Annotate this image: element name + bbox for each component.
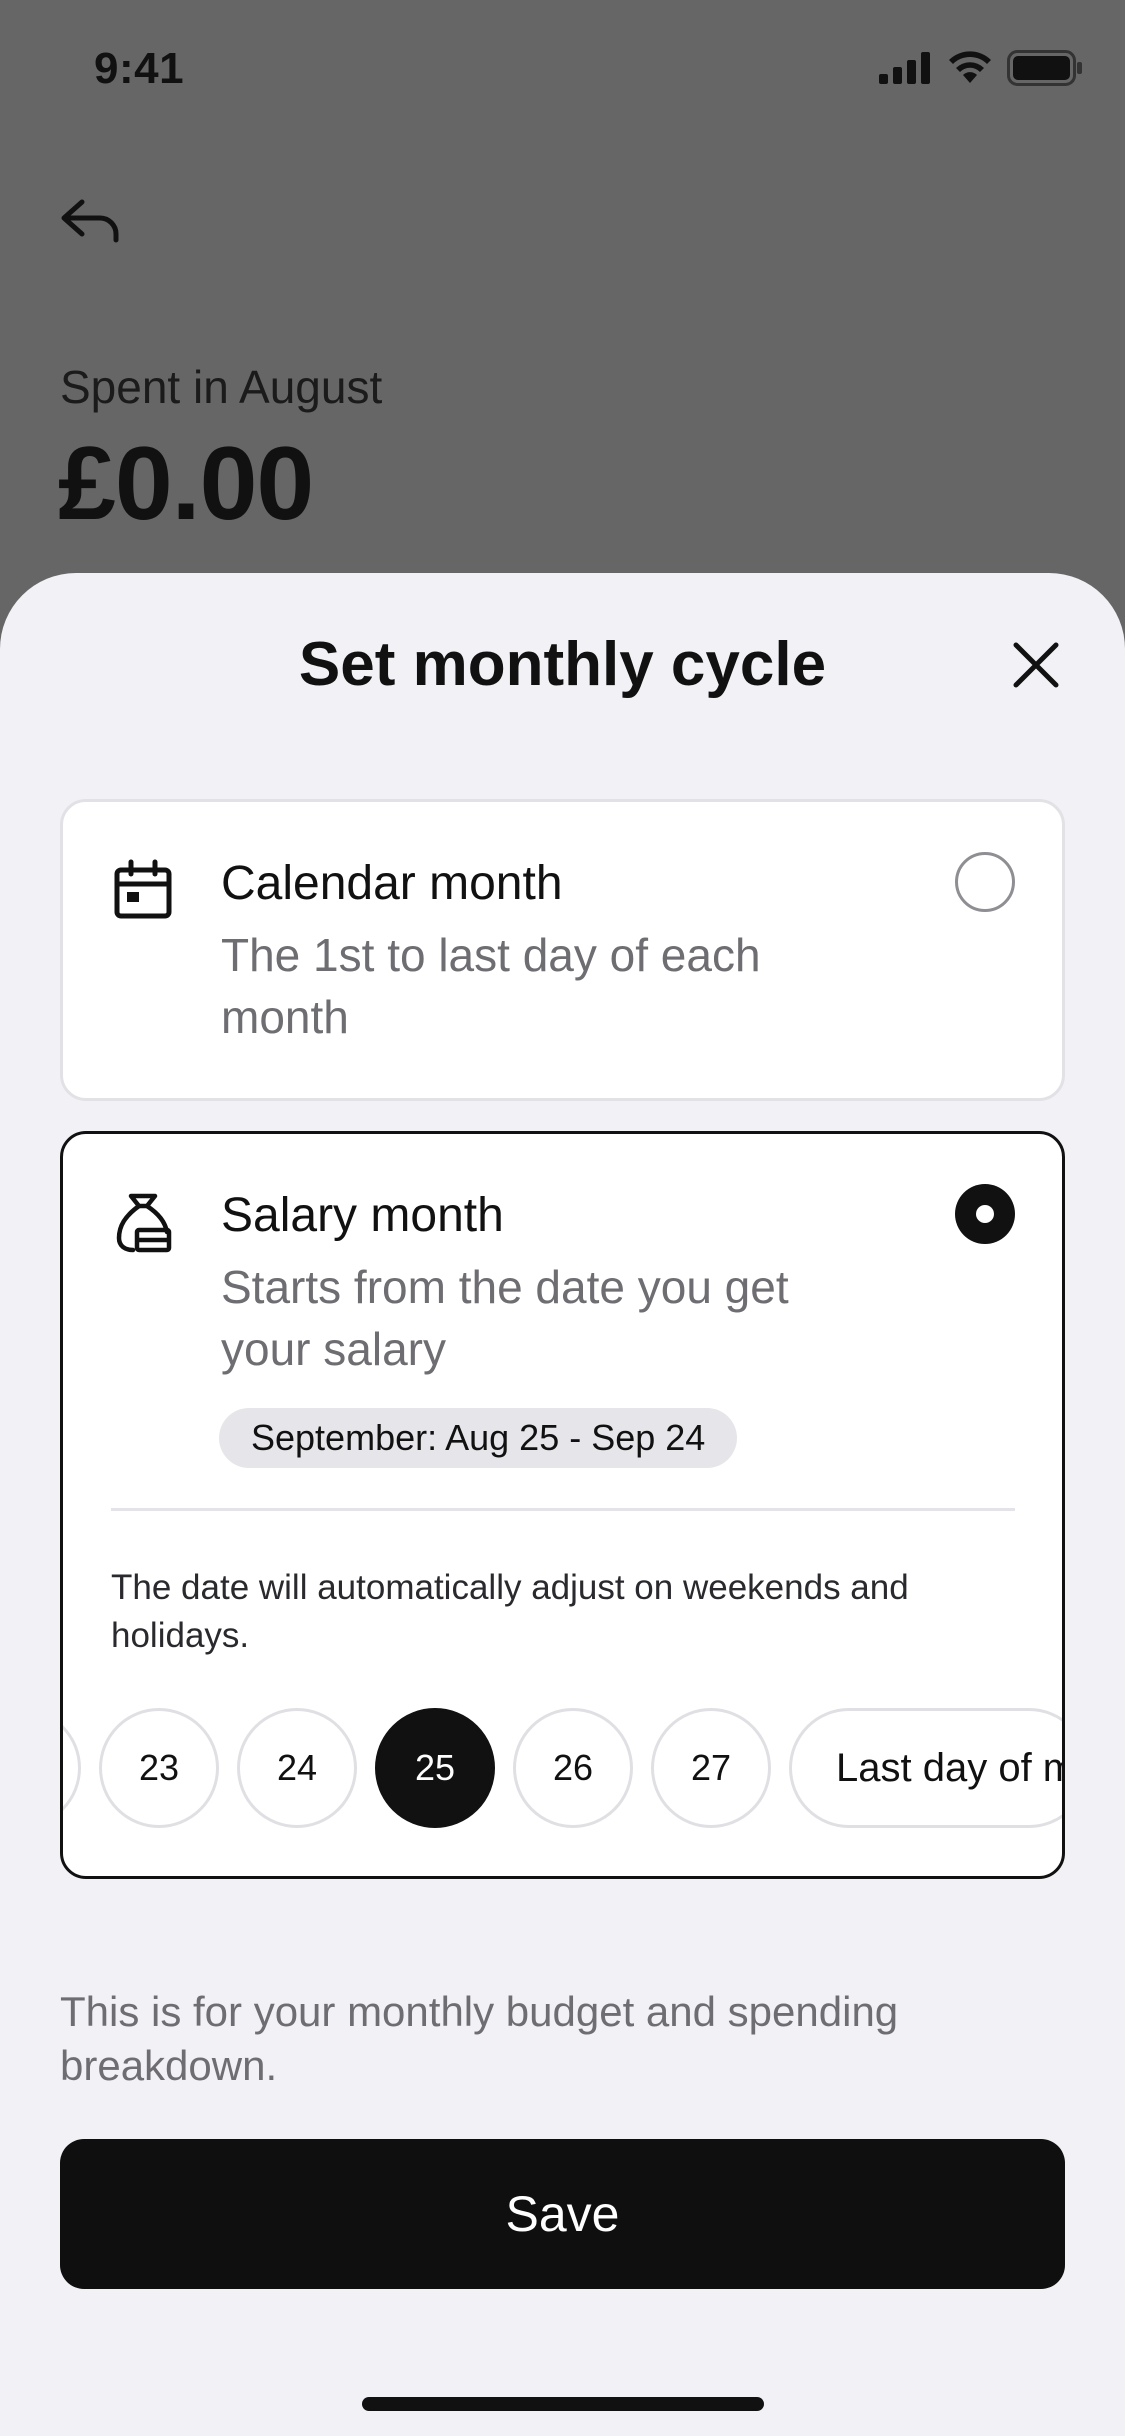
option-title: Calendar month [221, 857, 563, 910]
wifi-icon [949, 51, 991, 83]
day-option-23[interactable]: 23 [99, 1708, 219, 1828]
spent-amount: £0.00 [58, 426, 314, 542]
divider [111, 1508, 1015, 1511]
sheet-title: Set monthly cycle [298, 630, 827, 699]
calendar-icon [114, 859, 172, 919]
status-bar: 9:41 [0, 0, 1125, 130]
status-time: 9:41 [94, 44, 185, 93]
close-icon[interactable] [1006, 635, 1066, 695]
spent-label: Spent in August [60, 361, 383, 413]
day-option-22[interactable]: 22 [63, 1708, 81, 1828]
option-calendar-month[interactable]: Calendar month The 1st to last day of ea… [60, 799, 1065, 1101]
footer-note: This is for your monthly budget and spen… [60, 1988, 899, 2089]
radio-salary-month[interactable] [955, 1184, 1015, 1244]
adjust-note: The date will automatically adjust on we… [111, 1568, 909, 1655]
day-option-24[interactable]: 24 [237, 1708, 357, 1828]
option-description: Starts from the date you get your salary [221, 1261, 789, 1375]
save-button[interactable]: Save [60, 2139, 1065, 2289]
monthly-cycle-sheet: Set monthly cycle Calendar month The 1st… [0, 573, 1125, 2436]
day-option-25-selected[interactable]: 25 [375, 1708, 495, 1828]
back-arrow-icon[interactable] [56, 186, 126, 256]
radio-calendar-month[interactable] [955, 852, 1015, 912]
battery-icon [1007, 50, 1082, 86]
screen: 9:41 Spent in August £0.00 Set monthly c… [0, 0, 1125, 2436]
home-indicator[interactable] [362, 2397, 764, 2411]
day-option-26[interactable]: 26 [513, 1708, 633, 1828]
day-option-27[interactable]: 27 [651, 1708, 771, 1828]
option-description: The 1st to last day of each month [221, 929, 761, 1043]
option-salary-month[interactable]: Salary month Starts from the date you ge… [60, 1131, 1065, 1879]
day-picker[interactable]: 22 23 24 25 26 27 Last day of month [63, 1708, 1062, 1832]
day-option-last-day[interactable]: Last day of month [789, 1708, 1062, 1828]
cycle-preview-chip: September: Aug 25 - Sep 24 [219, 1408, 738, 1468]
status-icons [879, 50, 1083, 86]
cellular-signal-icon [879, 52, 930, 84]
option-title: Salary month [221, 1189, 504, 1242]
money-bag-icon [116, 1193, 172, 1253]
